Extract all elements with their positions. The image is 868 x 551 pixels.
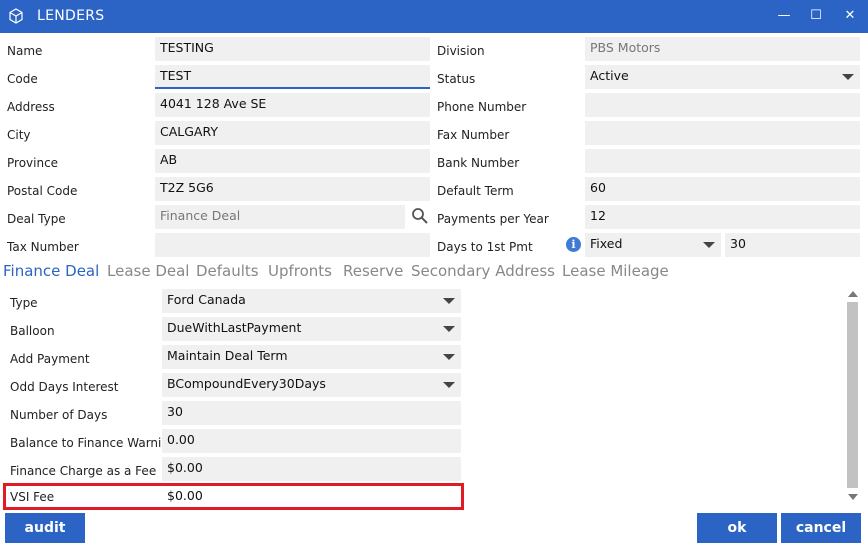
- division-field: PBS Motors: [585, 37, 860, 61]
- balance-warning-label: Balance to Finance Warning: [10, 436, 177, 450]
- province-field[interactable]: AB: [155, 149, 430, 173]
- days-to-first-pmt-field[interactable]: 30: [725, 233, 860, 257]
- payments-per-year-field[interactable]: 12: [585, 205, 860, 229]
- payments-per-year-label: Payments per Year: [437, 212, 549, 226]
- finance-charge-fee-field[interactable]: $0.00: [162, 457, 461, 481]
- deal-type-field[interactable]: Finance Deal: [155, 205, 405, 229]
- balance-warning-field[interactable]: 0.00: [162, 429, 461, 453]
- tab-defaults[interactable]: Defaults: [196, 262, 259, 280]
- tab-secondary-address[interactable]: Secondary Address: [411, 262, 555, 280]
- type-select[interactable]: Ford Canada: [162, 289, 461, 313]
- scroll-up-arrow-icon[interactable]: [848, 291, 858, 297]
- name-label: Name: [7, 44, 43, 58]
- city-field[interactable]: CALGARY: [155, 121, 430, 145]
- cube-icon: [9, 8, 23, 24]
- tab-reserve[interactable]: Reserve: [343, 262, 403, 280]
- balloon-value: DueWithLastPayment: [167, 320, 302, 335]
- scroll-down-arrow-icon[interactable]: [848, 494, 858, 500]
- city-label: City: [7, 128, 31, 142]
- dropdown-caret-icon: [443, 382, 455, 388]
- balloon-label: Balloon: [10, 324, 55, 338]
- deal-type-label: Deal Type: [7, 212, 66, 226]
- status-select[interactable]: Active: [585, 65, 860, 89]
- dropdown-caret-icon: [703, 242, 715, 248]
- phone-number-label: Phone Number: [437, 100, 527, 114]
- dropdown-caret-icon: [842, 74, 854, 80]
- dropdown-caret-icon: [443, 298, 455, 304]
- ok-button[interactable]: ok: [697, 513, 777, 543]
- phone-number-field[interactable]: [585, 93, 860, 117]
- search-icon[interactable]: [411, 207, 429, 225]
- vsi-fee-highlight-box: [3, 483, 464, 510]
- name-field[interactable]: TESTING: [155, 37, 430, 61]
- tab-lease-deal[interactable]: Lease Deal: [107, 262, 189, 280]
- default-term-field[interactable]: 60: [585, 177, 860, 201]
- odd-days-interest-label: Odd Days Interest: [10, 380, 119, 394]
- postal-code-label: Postal Code: [7, 184, 78, 198]
- status-label: Status: [437, 72, 476, 86]
- days-to-first-pmt-mode-select[interactable]: Fixed: [585, 233, 721, 257]
- minimize-button[interactable]: —: [769, 4, 799, 28]
- bank-number-field[interactable]: [585, 149, 860, 173]
- maximize-button[interactable]: ☐: [801, 4, 831, 28]
- add-payment-select[interactable]: Maintain Deal Term: [162, 345, 461, 369]
- odd-days-interest-select[interactable]: BCompoundEvery30Days: [162, 373, 461, 397]
- fax-number-label: Fax Number: [437, 128, 510, 142]
- close-button[interactable]: ✕: [835, 4, 865, 28]
- tab-lease-mileage[interactable]: Lease Mileage: [562, 262, 669, 280]
- add-payment-value: Maintain Deal Term: [167, 348, 288, 363]
- tax-number-field[interactable]: [155, 233, 430, 257]
- type-label: Type: [10, 296, 38, 310]
- province-label: Province: [7, 156, 59, 170]
- default-term-label: Default Term: [437, 184, 514, 198]
- cancel-button[interactable]: cancel: [781, 513, 861, 543]
- code-field[interactable]: TEST: [155, 65, 430, 89]
- number-of-days-label: Number of Days: [10, 408, 108, 422]
- days-to-first-pmt-label: Days to 1st Pmt: [437, 240, 533, 254]
- audit-button[interactable]: audit: [5, 513, 85, 543]
- address-label: Address: [7, 100, 55, 114]
- number-of-days-field[interactable]: 30: [162, 401, 461, 425]
- window-title: LENDERS: [37, 8, 105, 24]
- tax-number-label: Tax Number: [7, 240, 79, 254]
- balloon-select[interactable]: DueWithLastPayment: [162, 317, 461, 341]
- status-value: Active: [590, 68, 629, 83]
- finance-charge-fee-label: Finance Charge as a Fee: [10, 464, 157, 478]
- days-mode-value: Fixed: [590, 236, 623, 251]
- add-payment-label: Add Payment: [10, 352, 90, 366]
- fax-number-field[interactable]: [585, 121, 860, 145]
- title-bar: LENDERS — ☐ ✕: [0, 0, 868, 33]
- odd-days-interest-value: BCompoundEvery30Days: [167, 376, 326, 391]
- dropdown-caret-icon: [443, 354, 455, 360]
- dropdown-caret-icon: [443, 326, 455, 332]
- postal-code-field[interactable]: T2Z 5G6: [155, 177, 430, 201]
- scrollbar-thumb[interactable]: [847, 302, 858, 488]
- tab-finance-deal[interactable]: Finance Deal: [3, 262, 99, 280]
- tab-upfronts[interactable]: Upfronts: [268, 262, 332, 280]
- code-label: Code: [7, 72, 38, 86]
- division-label: Division: [437, 44, 485, 58]
- info-icon[interactable]: i: [566, 237, 581, 252]
- address-field[interactable]: 4041 128 Ave SE: [155, 93, 430, 117]
- type-value: Ford Canada: [167, 292, 246, 307]
- bank-number-label: Bank Number: [437, 156, 520, 170]
